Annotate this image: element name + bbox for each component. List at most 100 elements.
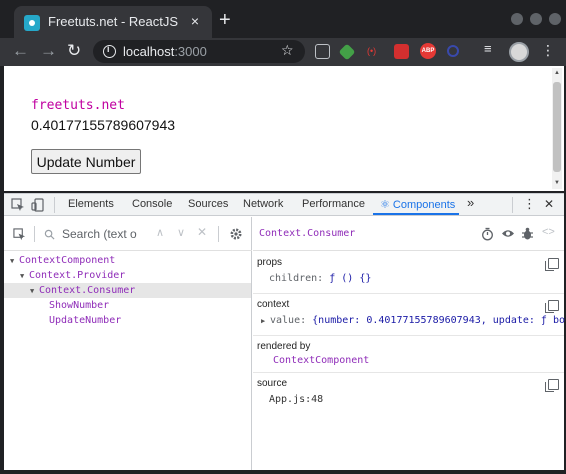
scroll-down-arrow-icon[interactable]: ▼	[553, 180, 561, 186]
extension-cookie-icon[interactable]	[315, 44, 330, 59]
previous-result-icon[interactable]: ∧	[156, 226, 164, 239]
context-section-title: context	[257, 299, 290, 310]
search-icon	[44, 229, 55, 240]
tree-item-context-provider[interactable]: ▼ Context.Provider	[4, 268, 251, 283]
bookmark-star-icon[interactable]: ☆	[281, 42, 294, 59]
page-scrollbar[interactable]: ▲ ▼	[552, 68, 562, 189]
devtools-close-icon[interactable]: ✕	[544, 197, 554, 211]
caret-down-icon[interactable]: ▼	[10, 254, 19, 269]
close-window-button[interactable]	[549, 13, 561, 25]
new-tab-button[interactable]: +	[219, 10, 231, 30]
inspect-element-icon[interactable]	[11, 198, 25, 212]
url-host: localhost	[123, 44, 175, 59]
devtools-separator	[54, 197, 55, 213]
media-queue-icon[interactable]: ≡	[484, 41, 499, 56]
context-value-row[interactable]: ▶ value: {number: 0.40177155789607943, up…	[261, 315, 566, 326]
view-source-icon[interactable]: <>	[542, 226, 555, 238]
random-number-text: 0.40177155789607943	[31, 117, 176, 133]
stopwatch-icon[interactable]	[481, 227, 494, 241]
prop-key: children	[269, 273, 318, 284]
props-section: props children: ƒ () {}	[253, 252, 564, 294]
tree-item-shownumber[interactable]: ShowNumber	[4, 298, 251, 313]
rendered-by-title: rendered by	[257, 341, 311, 352]
devtools-panel: Elements Console Sources Network Perform…	[4, 193, 566, 471]
forward-icon[interactable]: →	[40, 41, 57, 61]
scroll-up-arrow-icon[interactable]: ▲	[553, 70, 561, 76]
tree-item-updatenumber[interactable]: UpdateNumber	[4, 313, 251, 328]
copy-icon[interactable]	[545, 379, 559, 392]
tab-network[interactable]: Network	[243, 198, 283, 210]
more-tabs-icon[interactable]: »	[467, 195, 474, 210]
react-favicon-icon	[24, 15, 40, 31]
context-colon: :	[300, 315, 313, 326]
page-viewport: freetuts.net 0.40177155789607943 Update …	[4, 66, 564, 191]
extension-node-icon[interactable]	[338, 43, 356, 61]
component-tree-pane: ∧ ∨ ✕ ▼ContextComponent ▼Context.Provide…	[4, 217, 252, 471]
eye-icon[interactable]	[501, 228, 515, 239]
maximize-button[interactable]	[530, 13, 542, 25]
page-scrollbar-thumb[interactable]	[553, 82, 561, 172]
tab-console[interactable]: Console	[132, 198, 172, 210]
devtools-tab-bar: Elements Console Sources Network Perform…	[4, 194, 564, 216]
tree-item-context-consumer[interactable]: ▼ Context.Consumer	[4, 283, 251, 298]
selected-component-header: Context.Consumer <>	[253, 217, 564, 251]
clear-search-icon[interactable]: ✕	[197, 225, 207, 239]
tab-elements[interactable]: Elements	[68, 198, 114, 210]
source-section-title: source	[257, 378, 288, 389]
tab-performance[interactable]: Performance	[302, 198, 365, 210]
tree-item-label: ContextComponent	[19, 255, 116, 266]
minimize-button[interactable]	[511, 13, 523, 25]
tree-item-contextcomponent[interactable]: ▼ ContextComponent	[4, 253, 251, 268]
address-bar[interactable]: localhost:3000	[93, 40, 305, 63]
source-location[interactable]: App.js:48	[269, 394, 323, 405]
page-brand-text: freetuts.net	[31, 98, 125, 113]
tab-close-icon[interactable]: ×	[186, 12, 204, 30]
browser-toolbar: ← → ↻ localhost:3000 ☆ (•) ABP ≡ ⋮	[0, 38, 566, 66]
selected-component-name: Context.Consumer	[259, 228, 356, 239]
tab-strip: Freetuts.net - ReactJS × +	[0, 0, 566, 38]
select-element-icon[interactable]	[13, 228, 26, 241]
caret-right-icon[interactable]: ▶	[261, 317, 270, 325]
browser-tab[interactable]: Freetuts.net - ReactJS ×	[14, 6, 212, 38]
url-text: localhost:3000	[123, 44, 207, 59]
caret-down-icon[interactable]: ▼	[20, 269, 29, 284]
tree-item-label: Context.Provider	[29, 270, 126, 281]
browser-window: Freetuts.net - ReactJS × + ← → ↻ localho…	[0, 0, 566, 474]
context-section: context ▶ value: {number: 0.4017715578960…	[253, 294, 566, 336]
copy-icon[interactable]	[545, 258, 559, 271]
browser-menu-icon[interactable]: ⋮	[541, 42, 555, 59]
info-icon[interactable]	[103, 44, 116, 58]
settings-gear-icon[interactable]	[229, 227, 243, 241]
profile-avatar[interactable]	[509, 42, 529, 62]
update-number-button[interactable]: Update Number	[31, 149, 141, 174]
tree-item-label: UpdateNumber	[49, 315, 122, 326]
url-port: :3000	[174, 44, 207, 59]
devtools-menu-icon[interactable]: ⋮	[523, 196, 536, 212]
prop-children-row[interactable]: children: ƒ () {}	[269, 273, 371, 284]
bug-icon[interactable]	[521, 227, 534, 241]
extension-shield-icon[interactable]	[394, 44, 409, 59]
device-toolbar-icon[interactable]	[31, 198, 45, 212]
extension-search-icon[interactable]	[447, 45, 459, 57]
tab-sources[interactable]: Sources	[188, 198, 228, 210]
tab-title: Freetuts.net - ReactJS	[48, 14, 179, 29]
active-tab-indicator	[373, 213, 459, 215]
copy-icon[interactable]	[545, 300, 559, 313]
tab-components[interactable]: ⚛ Components	[380, 198, 455, 211]
extension-tracker-icon[interactable]: (•)	[367, 46, 382, 61]
reload-icon[interactable]: ↻	[67, 41, 81, 61]
caret-down-icon[interactable]: ▼	[30, 284, 39, 299]
devtools-separator	[512, 197, 513, 213]
tree-item-label: ShowNumber	[49, 300, 110, 311]
context-value: {number: 0.40177155789607943, update: ƒ …	[312, 315, 566, 326]
next-result-icon[interactable]: ∨	[177, 226, 185, 239]
toolbar-separator	[34, 226, 35, 242]
rendered-by-link[interactable]: ContextComponent	[273, 355, 369, 366]
component-search-input[interactable]	[62, 227, 137, 241]
props-section-title: props	[257, 257, 283, 268]
extension-adblock-icon[interactable]: ABP	[420, 43, 436, 59]
rendered-by-section: rendered by ContextComponent	[253, 336, 564, 373]
tree-toolbar: ∧ ∨ ✕	[4, 217, 252, 251]
back-icon[interactable]: ←	[12, 41, 29, 61]
prop-value: ƒ () {}	[329, 273, 372, 284]
